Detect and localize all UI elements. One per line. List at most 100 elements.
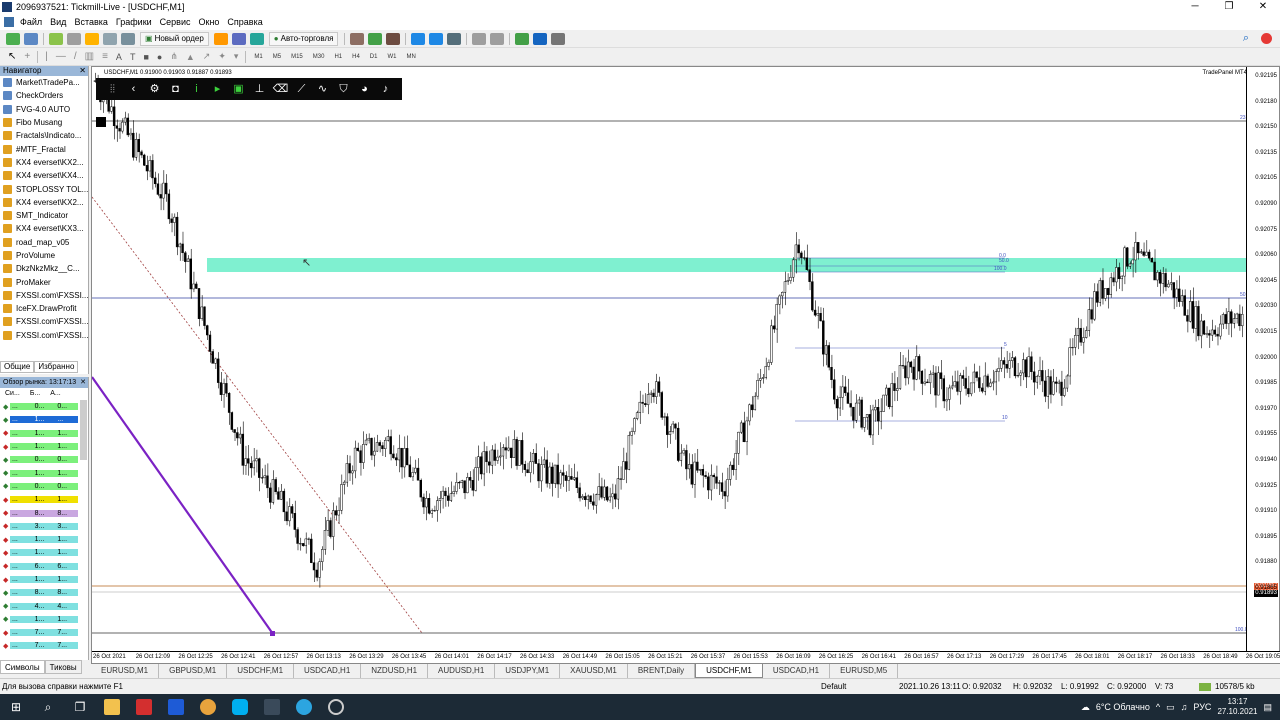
chart-window[interactable]: 23.650.0100.00.050.0100.0510↖ USDCHF,M1 … <box>91 66 1280 664</box>
menu-window[interactable]: Окно <box>199 17 228 27</box>
navigator-item[interactable]: Fractals\Indicato... <box>0 129 88 142</box>
navigator-item[interactable]: KX4 everset\KX4... <box>0 169 88 182</box>
bar-chart-icon[interactable] <box>350 32 365 45</box>
timeframe-m5[interactable]: M5 <box>273 54 281 60</box>
navigator-item[interactable]: ProMaker <box>0 275 88 288</box>
rectangle-icon[interactable]: ■ <box>143 52 148 62</box>
autotrading-button[interactable]: ● Авто-торговля <box>268 31 339 46</box>
market-watch-row[interactable]: ◆... 1... 1... <box>0 613 79 626</box>
fibo-icon[interactable]: ≡ <box>102 51 108 62</box>
market-watch-row[interactable]: ◆... 1... 1... <box>0 546 79 559</box>
task-view-icon[interactable]: ❐ <box>64 694 96 720</box>
market-watch-row[interactable]: ◆... 7... 7... <box>0 639 79 652</box>
minimize-icon[interactable]: ─ <box>1178 0 1212 14</box>
navigator-item[interactable]: Market\TradePa... <box>0 76 88 89</box>
menu-help[interactable]: Справка <box>227 17 270 27</box>
settings-icon[interactable]: ⚙ <box>144 78 165 100</box>
market-watch-row[interactable]: ◆... 8... 8... <box>0 586 79 599</box>
market-watch-row[interactable]: ◆... 1...... <box>0 413 79 426</box>
col-bid[interactable]: Б... <box>30 388 40 400</box>
telegram-icon[interactable] <box>288 694 320 720</box>
grip-icon[interactable]: ⦙⦙ <box>102 78 123 100</box>
zoom-out-icon[interactable] <box>429 32 444 45</box>
indicators-icon[interactable] <box>515 32 530 45</box>
new-order-button[interactable]: ▣ Новый ордер <box>140 31 209 46</box>
triangle-icon[interactable]: ▲ <box>186 52 195 62</box>
timeframe-d1[interactable]: D1 <box>370 54 378 60</box>
market-watch-row[interactable]: ◆... 7... 7... <box>0 626 79 639</box>
timeframe-w1[interactable]: W1 <box>387 54 396 60</box>
market-watch-row[interactable]: ◆... 1... 1... <box>0 533 79 546</box>
crosshair-icon[interactable]: + <box>24 51 30 62</box>
text-icon[interactable]: A <box>116 52 122 62</box>
market-watch-row[interactable]: ◆... 1... 1... <box>0 440 79 453</box>
price-chart[interactable]: 23.650.0100.00.050.0100.0510↖ <box>92 67 1247 653</box>
market-watch-row[interactable]: ◆... 6... 6... <box>0 560 79 573</box>
zoom-in-icon[interactable] <box>411 32 426 45</box>
channel-icon[interactable]: ▥ <box>85 51 94 62</box>
chart-tab[interactable]: BRENT,Daily <box>628 664 696 678</box>
market-watch-row[interactable]: ◆... 1... 1... <box>0 493 79 506</box>
tile-windows-icon[interactable] <box>447 32 462 45</box>
line-chart-icon[interactable] <box>386 32 401 45</box>
navigator-item[interactable]: #MTF_Fractal <box>0 142 88 155</box>
terminal-icon[interactable] <box>103 32 117 45</box>
collapse-icon[interactable]: ‹ <box>123 78 144 100</box>
navigator-item[interactable]: DkzNkzMkz__C... <box>0 262 88 275</box>
chart-tab[interactable]: EURUSD,M1 <box>91 664 160 678</box>
market-watch-row[interactable]: ◆... 1... 1... <box>0 427 79 440</box>
play-icon[interactable]: ▸ <box>207 78 228 100</box>
vertical-line-icon[interactable]: | <box>45 51 48 62</box>
chart-shift-icon[interactable] <box>472 32 487 45</box>
navigator-item[interactable]: ProVolume <box>0 249 88 262</box>
shapes-dropdown-icon[interactable]: ▾ <box>234 51 239 62</box>
maximize-icon[interactable]: ❐ <box>1212 0 1246 14</box>
scrollbar[interactable] <box>80 400 87 460</box>
skype-icon[interactable] <box>224 694 256 720</box>
signals-icon[interactable] <box>231 32 246 45</box>
tab-favorites[interactable]: Избранно <box>34 361 79 373</box>
shield-icon[interactable]: ⛉ <box>333 78 354 100</box>
tab-ticks[interactable]: Тиковы <box>44 660 82 674</box>
cursor-icon[interactable]: ↖ <box>8 51 16 62</box>
network-icon[interactable]: ▭ <box>1166 702 1175 713</box>
navigator-item[interactable]: CheckOrders <box>0 89 88 102</box>
navigator-item[interactable]: road_map_v05 <box>0 236 88 249</box>
col-symbol[interactable]: Си... <box>5 388 20 400</box>
navigator-item[interactable]: SMT_Indicator <box>0 209 88 222</box>
navigator-item[interactable]: FXSSI.com\FXSSI... <box>0 315 88 328</box>
trend-icon[interactable]: ⟋ <box>291 78 312 100</box>
timeframe-m30[interactable]: M30 <box>313 54 325 60</box>
security-app-icon[interactable] <box>160 694 192 720</box>
close-icon[interactable]: ✕ <box>1246 0 1280 14</box>
market-watch-row[interactable]: ◆... 4... 4... <box>0 599 79 612</box>
navigator-item[interactable]: IceFX.DrawProfit <box>0 302 88 315</box>
market-watch-row[interactable]: ◆... 1... 1... <box>0 573 79 586</box>
navigator-item[interactable]: STOPLOSSY TOL... <box>0 182 88 195</box>
auto-scroll-icon[interactable] <box>490 32 505 45</box>
weather-icon[interactable]: ☁ <box>1081 702 1090 713</box>
volume-icon[interactable]: ♫ <box>1181 702 1188 712</box>
market-watch-row[interactable]: ◆... 3... 3... <box>0 520 79 533</box>
timeframe-m15[interactable]: M15 <box>291 54 303 60</box>
notification-icon[interactable] <box>1261 33 1272 44</box>
ellipse-icon[interactable]: ● <box>157 52 162 62</box>
chart-tab[interactable]: GBPUSD,M1 <box>159 664 228 678</box>
navigator-icon[interactable] <box>85 32 99 45</box>
chart-tab[interactable]: USDCAD,H1 <box>294 664 362 678</box>
screenshot-icon[interactable]: ◘ <box>165 78 186 100</box>
tray-arrow-icon[interactable]: ^ <box>1156 702 1160 712</box>
timeframe-mn[interactable]: MN <box>406 54 415 60</box>
market-watch-icon[interactable] <box>49 32 63 45</box>
chart-tab[interactable]: AUDUSD,H1 <box>428 664 496 678</box>
time-scale[interactable]: 26 Oct 2021 26 Oct 12:09 26 Oct 12:25 26 Oc… <box>92 651 1280 663</box>
chart-tab[interactable]: XAUUSD,M1 <box>560 664 628 678</box>
info-icon[interactable]: i <box>186 78 207 100</box>
menu-insert[interactable]: Вставка <box>74 17 115 27</box>
col-ask[interactable]: А... <box>50 388 61 400</box>
level-icon[interactable]: ⊥ <box>249 78 270 100</box>
close-icon[interactable]: ✕ <box>79 66 86 76</box>
close-icon[interactable]: ✕ <box>80 377 86 388</box>
chart-tab[interactable]: USDJPY,M1 <box>495 664 561 678</box>
search-icon[interactable]: ⌕ <box>1243 32 1249 45</box>
